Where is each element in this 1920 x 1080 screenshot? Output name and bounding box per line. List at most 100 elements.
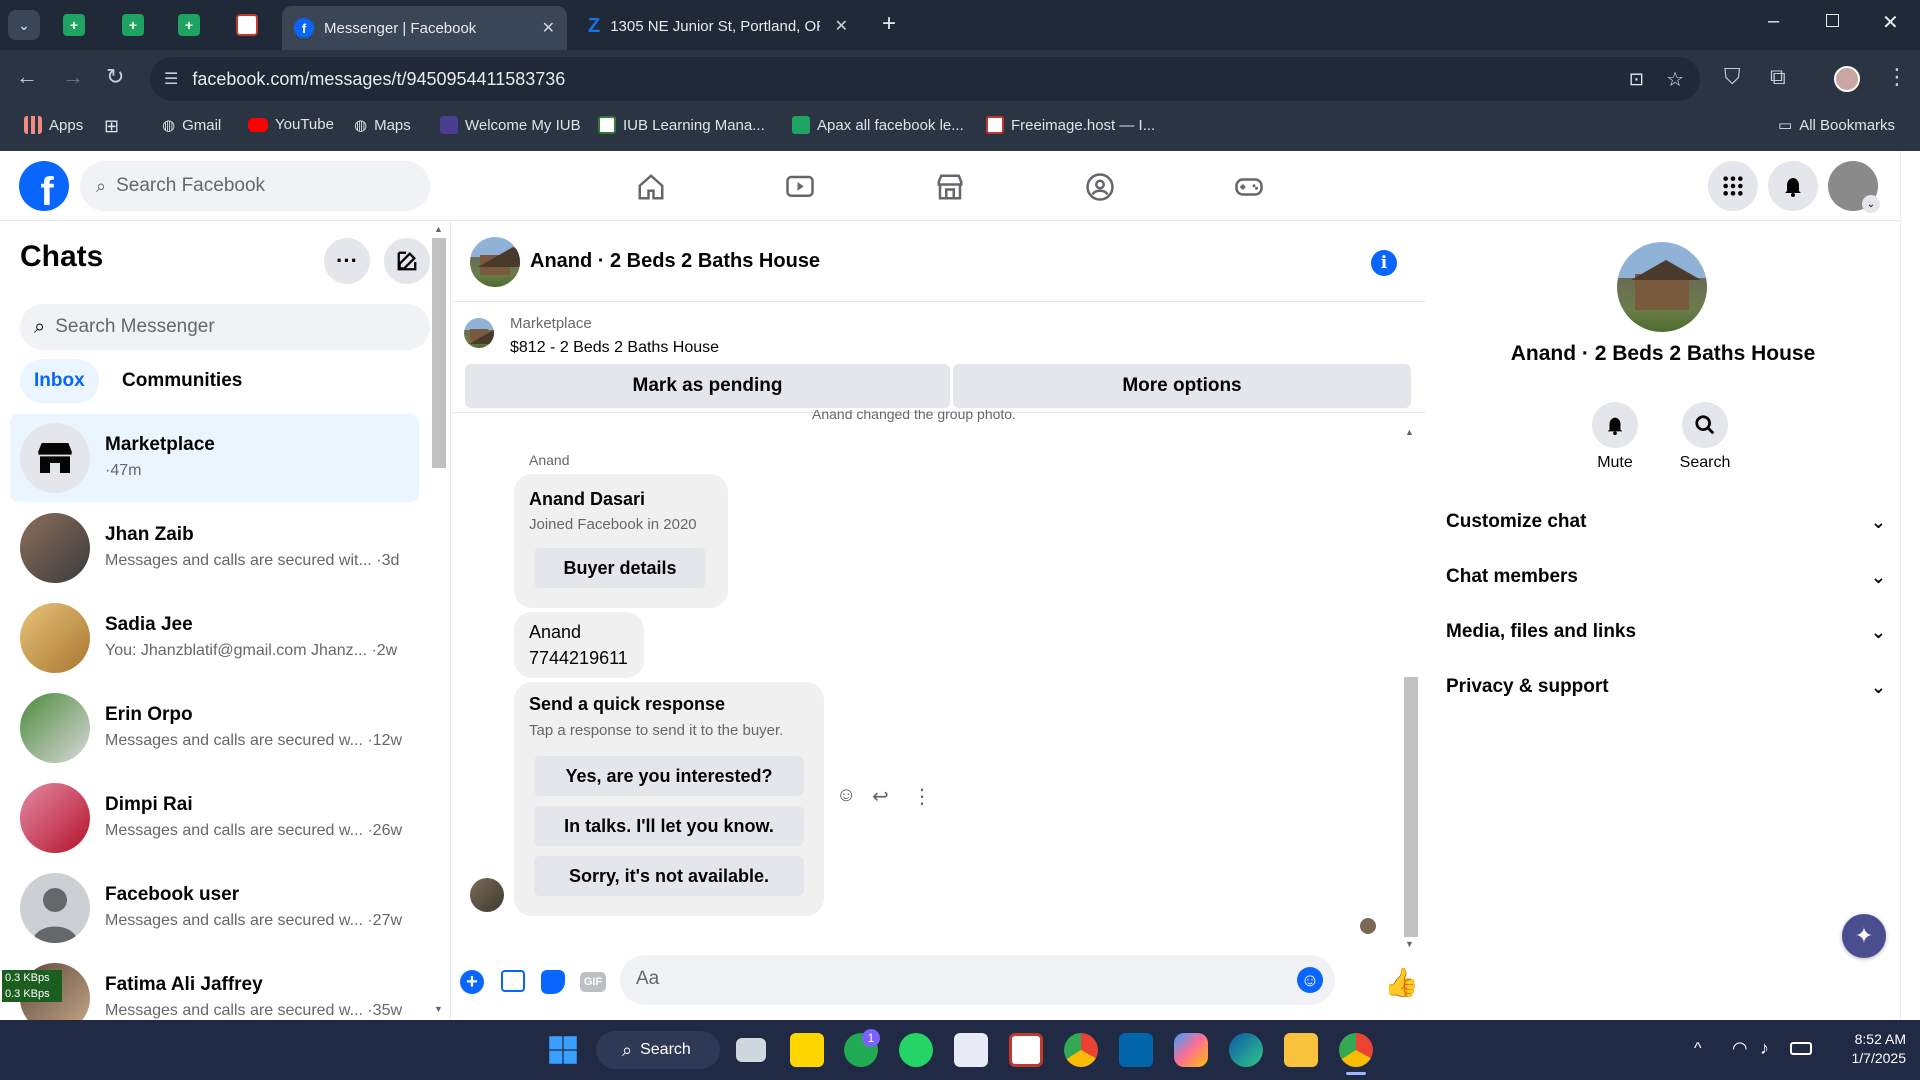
minimize-icon[interactable]: – <box>1768 10 1779 33</box>
new-tab-icon[interactable]: + <box>882 10 896 38</box>
sticky-notes-icon[interactable] <box>790 1033 824 1067</box>
sticker-icon[interactable] <box>541 970 565 994</box>
bookmark-grid[interactable]: ⊞ <box>104 116 119 137</box>
task-view-icon[interactable] <box>736 1038 766 1062</box>
forward-icon[interactable]: → <box>62 64 84 90</box>
like-thumbs-up-icon[interactable]: 👍 <box>1384 966 1419 999</box>
menu-grid-icon[interactable] <box>1708 161 1758 211</box>
buyer-details-button[interactable]: Buyer details <box>534 548 706 588</box>
tab-messenger[interactable]: f Messenger | Facebook ✕ <box>282 6 567 50</box>
account-chevron-icon[interactable]: ⌄ <box>1862 195 1880 213</box>
windows-start-icon[interactable] <box>546 1033 580 1067</box>
bookmark-apps[interactable]: Apps <box>24 116 83 134</box>
address-bar[interactable]: ☰ facebook.com/messages/t/94509544115837… <box>150 57 1700 101</box>
gaming-icon[interactable] <box>1229 167 1269 207</box>
scroll-down-icon[interactable]: ▼ <box>1405 939 1414 949</box>
tab-zillow[interactable]: Z 1305 NE Junior St, Portland, OR ✕ <box>580 8 860 44</box>
sheets-tab-icon[interactable]: + <box>122 14 144 36</box>
all-bookmarks[interactable]: ▭ All Bookmarks <box>1778 116 1895 135</box>
bookmark-apax[interactable]: Apax all facebook le... <box>792 116 964 134</box>
section-customize-chat[interactable]: Customize chat ⌄ <box>1446 502 1886 542</box>
listing-title[interactable]: $812 - 2 Beds 2 Baths House <box>510 339 719 357</box>
copilot-icon[interactable] <box>1174 1033 1208 1067</box>
chat-item-erin-orpo[interactable]: Erin Orpo Messages and calls are secured… <box>10 684 419 772</box>
reload-icon[interactable]: ↻ <box>106 64 124 90</box>
clock-date[interactable]: 1/7/2025 <box>1826 1050 1907 1066</box>
scroll-thumb[interactable] <box>432 238 446 468</box>
notifications-bell-icon[interactable] <box>1768 161 1818 211</box>
bookmark-maps[interactable]: ◍ Maps <box>354 116 411 135</box>
edge-icon[interactable] <box>1229 1033 1263 1067</box>
listing-thumbnail[interactable] <box>464 318 494 348</box>
extensions-puzzle-icon[interactable]: ⧉ <box>1770 64 1786 90</box>
chat-item-dimpi-rai[interactable]: Dimpi Rai Messages and calls are secured… <box>10 774 419 862</box>
install-app-icon[interactable]: ⊡ <box>1629 69 1644 90</box>
site-info-icon[interactable]: ☰ <box>164 69 178 89</box>
chat-item-marketplace[interactable]: Marketplace ·47m <box>10 414 419 502</box>
restore-icon[interactable] <box>1826 14 1839 27</box>
scroll-down-icon[interactable]: ▼ <box>434 1004 443 1014</box>
close-tab-icon[interactable]: ✕ <box>542 18 555 38</box>
snipping-tool-icon[interactable] <box>954 1033 988 1067</box>
chat-item-facebook-user[interactable]: Facebook user Messages and calls are sec… <box>10 864 419 952</box>
chrome-icon[interactable] <box>1064 1033 1098 1067</box>
groups-icon[interactable] <box>1080 167 1120 207</box>
marketplace-icon[interactable] <box>930 167 970 207</box>
bookmark-youtube[interactable]: YouTube <box>248 116 334 133</box>
more-options-button[interactable]: More options <box>953 364 1411 408</box>
chrome-active-icon[interactable] <box>1339 1033 1373 1067</box>
sender-avatar[interactable] <box>470 878 504 912</box>
filter-communities[interactable]: Communities <box>108 359 256 403</box>
video-icon[interactable] <box>780 167 820 207</box>
section-privacy-support[interactable]: Privacy & support ⌄ <box>1446 667 1886 707</box>
tray-chevron-up-icon[interactable]: ^ <box>1694 1040 1702 1058</box>
chat-item-sadia-jee[interactable]: Sadia Jee You: Jhanzblatif@gmail.com Jha… <box>10 594 419 682</box>
volume-icon[interactable]: ♪ <box>1760 1038 1769 1059</box>
quick-reply-button[interactable]: Sorry, it's not available. <box>534 856 804 896</box>
chat-item-jhan-zaib[interactable]: Jhan Zaib Messages and calls are secured… <box>10 504 419 592</box>
search-in-chat-button[interactable] <box>1682 402 1728 448</box>
filter-inbox[interactable]: Inbox <box>20 359 99 403</box>
tab-search-button[interactable]: ⌄ <box>8 10 40 40</box>
battery-icon[interactable] <box>1790 1042 1812 1055</box>
ai-sparkle-icon[interactable]: ✦ <box>1842 914 1886 958</box>
quick-reply-button[interactable]: In talks. I'll let you know. <box>534 806 804 846</box>
scroll-up-icon[interactable]: ▲ <box>1405 427 1414 437</box>
vscode-icon[interactable] <box>1119 1033 1153 1067</box>
close-tab-icon[interactable]: ✕ <box>835 16 848 36</box>
add-plus-icon[interactable]: + <box>460 970 484 994</box>
freeimage-app-icon[interactable] <box>1009 1033 1043 1067</box>
freeimage-tab-icon[interactable] <box>236 14 258 36</box>
profile-avatar[interactable] <box>1834 66 1860 92</box>
sheets-tab-icon[interactable]: + <box>63 14 85 36</box>
extension-shield-icon[interactable]: ⛉ <box>1724 64 1741 90</box>
scroll-up-icon[interactable]: ▲ <box>434 224 443 234</box>
conversation-title[interactable]: Anand · 2 Beds 2 Baths House <box>530 250 820 273</box>
bookmark-star-icon[interactable]: ☆ <box>1666 67 1684 92</box>
menu-kebab-icon[interactable]: ⋮ <box>1886 64 1908 90</box>
bookmark-gmail[interactable]: ◍ Gmail <box>162 116 221 135</box>
conversation-scrollbar[interactable]: ▲ ▼ <box>1402 427 1420 952</box>
react-emoji-icon[interactable]: ☺ <box>836 784 856 807</box>
section-media-files-links[interactable]: Media, files and links ⌄ <box>1446 612 1886 652</box>
messenger-search-input[interactable]: ⌕ Search Messenger <box>20 304 430 350</box>
conversation-avatar[interactable] <box>470 237 520 287</box>
new-message-button[interactable] <box>384 238 430 284</box>
mute-button[interactable] <box>1592 402 1638 448</box>
sheets-tab-icon[interactable]: + <box>178 14 200 36</box>
bookmark-freeimage[interactable]: Freeimage.host — I... <box>986 116 1155 134</box>
whatsapp-icon[interactable] <box>899 1033 933 1067</box>
facebook-search-input[interactable]: ⌕ Search Facebook <box>80 161 430 211</box>
chats-scrollbar[interactable]: ▲ ▼ <box>430 222 448 1020</box>
back-icon[interactable]: ← <box>16 64 38 90</box>
home-icon[interactable] <box>631 167 671 207</box>
mark-as-pending-button[interactable]: Mark as pending <box>465 364 950 408</box>
file-explorer-icon[interactable] <box>1284 1033 1318 1067</box>
reply-icon[interactable]: ↩ <box>872 784 889 809</box>
chat-info-avatar[interactable] <box>1617 242 1707 332</box>
wifi-icon[interactable]: ◠ <box>1732 1038 1748 1059</box>
bookmark-iub-learning[interactable]: IUB Learning Mana... <box>598 116 765 134</box>
close-window-icon[interactable]: ✕ <box>1882 10 1899 35</box>
more-actions-icon[interactable]: ⋮ <box>912 784 932 809</box>
chat-options-button[interactable]: ··· <box>324 238 370 284</box>
